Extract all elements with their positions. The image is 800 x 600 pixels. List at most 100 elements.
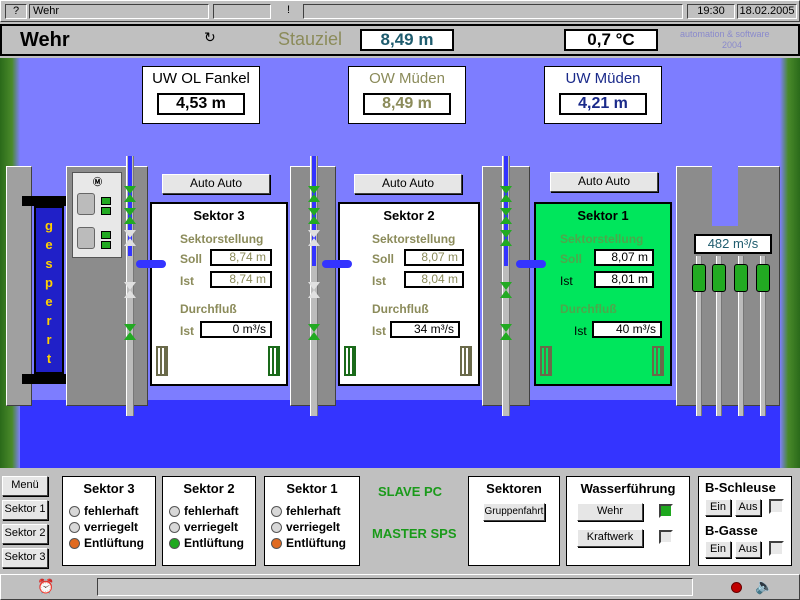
pump-panel: Ⓜ: [72, 172, 122, 258]
lock-gate-bottom: [22, 374, 68, 384]
b-schleuse-ein-button[interactable]: Ein: [705, 499, 731, 516]
b-gasse-ein-button[interactable]: Ein: [705, 541, 731, 558]
flow-ist-label: Ist: [574, 324, 587, 338]
gesperrt-letter: r: [46, 313, 52, 328]
valve-icon[interactable]: [124, 230, 136, 246]
sector-2-mode-button[interactable]: Auto Auto: [354, 174, 462, 194]
status-fehlerhaft: fehlerhaft: [69, 504, 139, 519]
ist-label: Ist: [560, 274, 573, 288]
alarm-clock-icon[interactable]: ⏰: [37, 578, 54, 595]
status-label: Entlüftung: [184, 536, 244, 550]
coil-icon: [652, 346, 664, 376]
sektoren-title: Sektoren: [486, 481, 542, 496]
water-body: [0, 400, 800, 468]
pump-icon[interactable]: [77, 227, 95, 249]
status-panel-sektor-1: Sektor 1 fehlerhaft verriegelt Entlüftun…: [264, 476, 360, 566]
valve-icon[interactable]: [124, 324, 136, 340]
b-schleuse-aus-button[interactable]: Aus: [735, 499, 761, 516]
sidebar-item-sektor-2[interactable]: Sektor 2: [2, 524, 48, 544]
sector-3-arrow-icon: [136, 260, 166, 268]
valve-icon[interactable]: [124, 282, 136, 298]
level-value: 8,49 m: [363, 93, 451, 115]
coil-icon: [268, 346, 280, 376]
valve-icon[interactable]: [308, 208, 320, 224]
wasserfuehrung-panel: Wasserführung Wehr Kraftwerk: [566, 476, 690, 566]
level-box-uw-ol-fankel: UW OL Fankel 4,53 m: [142, 66, 260, 124]
wehr-indicator: [659, 504, 673, 518]
wasserfuehrung-title: Wasserführung: [580, 481, 676, 496]
valve-icon[interactable]: [500, 208, 512, 224]
status-title: Sektor 3: [83, 481, 135, 496]
b-gasse-aus-button[interactable]: Aus: [735, 541, 761, 558]
valve-icon[interactable]: [500, 186, 512, 202]
status-bar: ⏰ 🔈: [0, 574, 800, 600]
sidebar-item-sektor-1[interactable]: Sektor 1: [2, 500, 48, 520]
flow-value: 0 m³/s: [200, 321, 272, 338]
kraftwerk-button[interactable]: Kraftwerk: [577, 529, 643, 547]
level-value: 4,21 m: [559, 93, 647, 115]
sidebar-item-menu[interactable]: Menü: [2, 476, 48, 496]
sector-1-panel: Sektor 1 Sektorstellung Soll 8,07 m Ist …: [534, 202, 672, 386]
sector-1-arrow-icon: [516, 260, 546, 268]
ist-value: 8,74 m: [210, 271, 272, 288]
valve-icon[interactable]: [124, 186, 136, 202]
valve-icon[interactable]: [500, 324, 512, 340]
status-fehlerhaft: fehlerhaft: [271, 504, 341, 519]
status-dot-icon: [271, 506, 282, 518]
right-bank: [780, 58, 800, 468]
valve-icon[interactable]: [124, 208, 136, 224]
speaker-icon[interactable]: 🔈: [755, 577, 774, 595]
ist-value: 8,04 m: [404, 271, 464, 288]
status-label: verriegelt: [84, 520, 139, 534]
auto-icon: Ⓜ: [93, 177, 103, 187]
turbine-icon[interactable]: [756, 264, 770, 292]
valve-icon[interactable]: [308, 186, 320, 202]
sektorstellung-label: Sektorstellung: [372, 232, 456, 246]
gesperrt-indicator: g e s p e r r t: [34, 206, 64, 374]
valve-icon[interactable]: [500, 282, 512, 298]
status-dot-icon: [169, 506, 180, 518]
turbine-icon[interactable]: [712, 264, 726, 292]
page-title: Wehr: [20, 29, 70, 51]
soll-value: 8,07 m: [594, 249, 654, 266]
sektorstellung-label: Sektorstellung: [180, 232, 264, 246]
valve-icon[interactable]: [500, 230, 512, 246]
refresh-icon[interactable]: ↻: [204, 29, 216, 46]
b-schleuse-title: B-Schleuse: [705, 480, 776, 495]
alert-mark: !: [287, 4, 291, 16]
sector-3-mode-button[interactable]: Auto Auto: [162, 174, 270, 194]
valve-icon[interactable]: [308, 230, 320, 246]
schleuse-panel: B-Schleuse Ein Aus B-Gasse Ein Aus: [698, 476, 792, 566]
level-box-ow-mueden: OW Müden 8,49 m: [348, 66, 466, 124]
flow-ist-label: Ist: [372, 324, 387, 338]
kraftwerk-indicator: [659, 530, 673, 544]
sector-1-mode-button[interactable]: Auto Auto: [550, 172, 658, 192]
status-dot-icon: [69, 506, 80, 518]
status-verriegelt: verriegelt: [169, 520, 238, 535]
gruppenfahrt-button[interactable]: Gruppenfahrt: [483, 503, 545, 521]
brand-line-1: automation & software: [680, 29, 770, 39]
pump-icon[interactable]: [77, 193, 95, 215]
status-title: Sektor 1: [286, 481, 338, 496]
sidebar-item-sektor-3[interactable]: Sektor 3: [2, 548, 48, 568]
coil-icon: [460, 346, 472, 376]
status-label: Entlüftung: [84, 536, 144, 550]
window-title: Wehr: [29, 4, 209, 19]
durchfluss-label: Durchfluß: [180, 302, 237, 316]
status-verriegelt: verriegelt: [271, 520, 340, 535]
coil-icon: [540, 346, 552, 376]
status-entlueftung: Entlüftung: [69, 536, 144, 551]
slave-pc-label: SLAVE PC: [378, 484, 443, 499]
sector-2-panel: Sektor 2 Sektorstellung Soll 8,07 m Ist …: [338, 202, 480, 386]
header-bar: Wehr ↻ Stauziel 8,49 m 0,7 °C automation…: [0, 24, 800, 56]
sector-title: Sektor 3: [193, 208, 245, 223]
help-box[interactable]: ?: [5, 4, 27, 19]
turbine-icon[interactable]: [734, 264, 748, 292]
turbine-icon[interactable]: [692, 264, 706, 292]
status-dot-icon: [169, 522, 180, 534]
wehr-button[interactable]: Wehr: [577, 503, 643, 521]
gesperrt-letter: e: [45, 237, 53, 252]
valve-icon[interactable]: [308, 324, 320, 340]
valve-icon[interactable]: [308, 282, 320, 298]
level-box-uw-mueden: UW Müden 4,21 m: [544, 66, 662, 124]
